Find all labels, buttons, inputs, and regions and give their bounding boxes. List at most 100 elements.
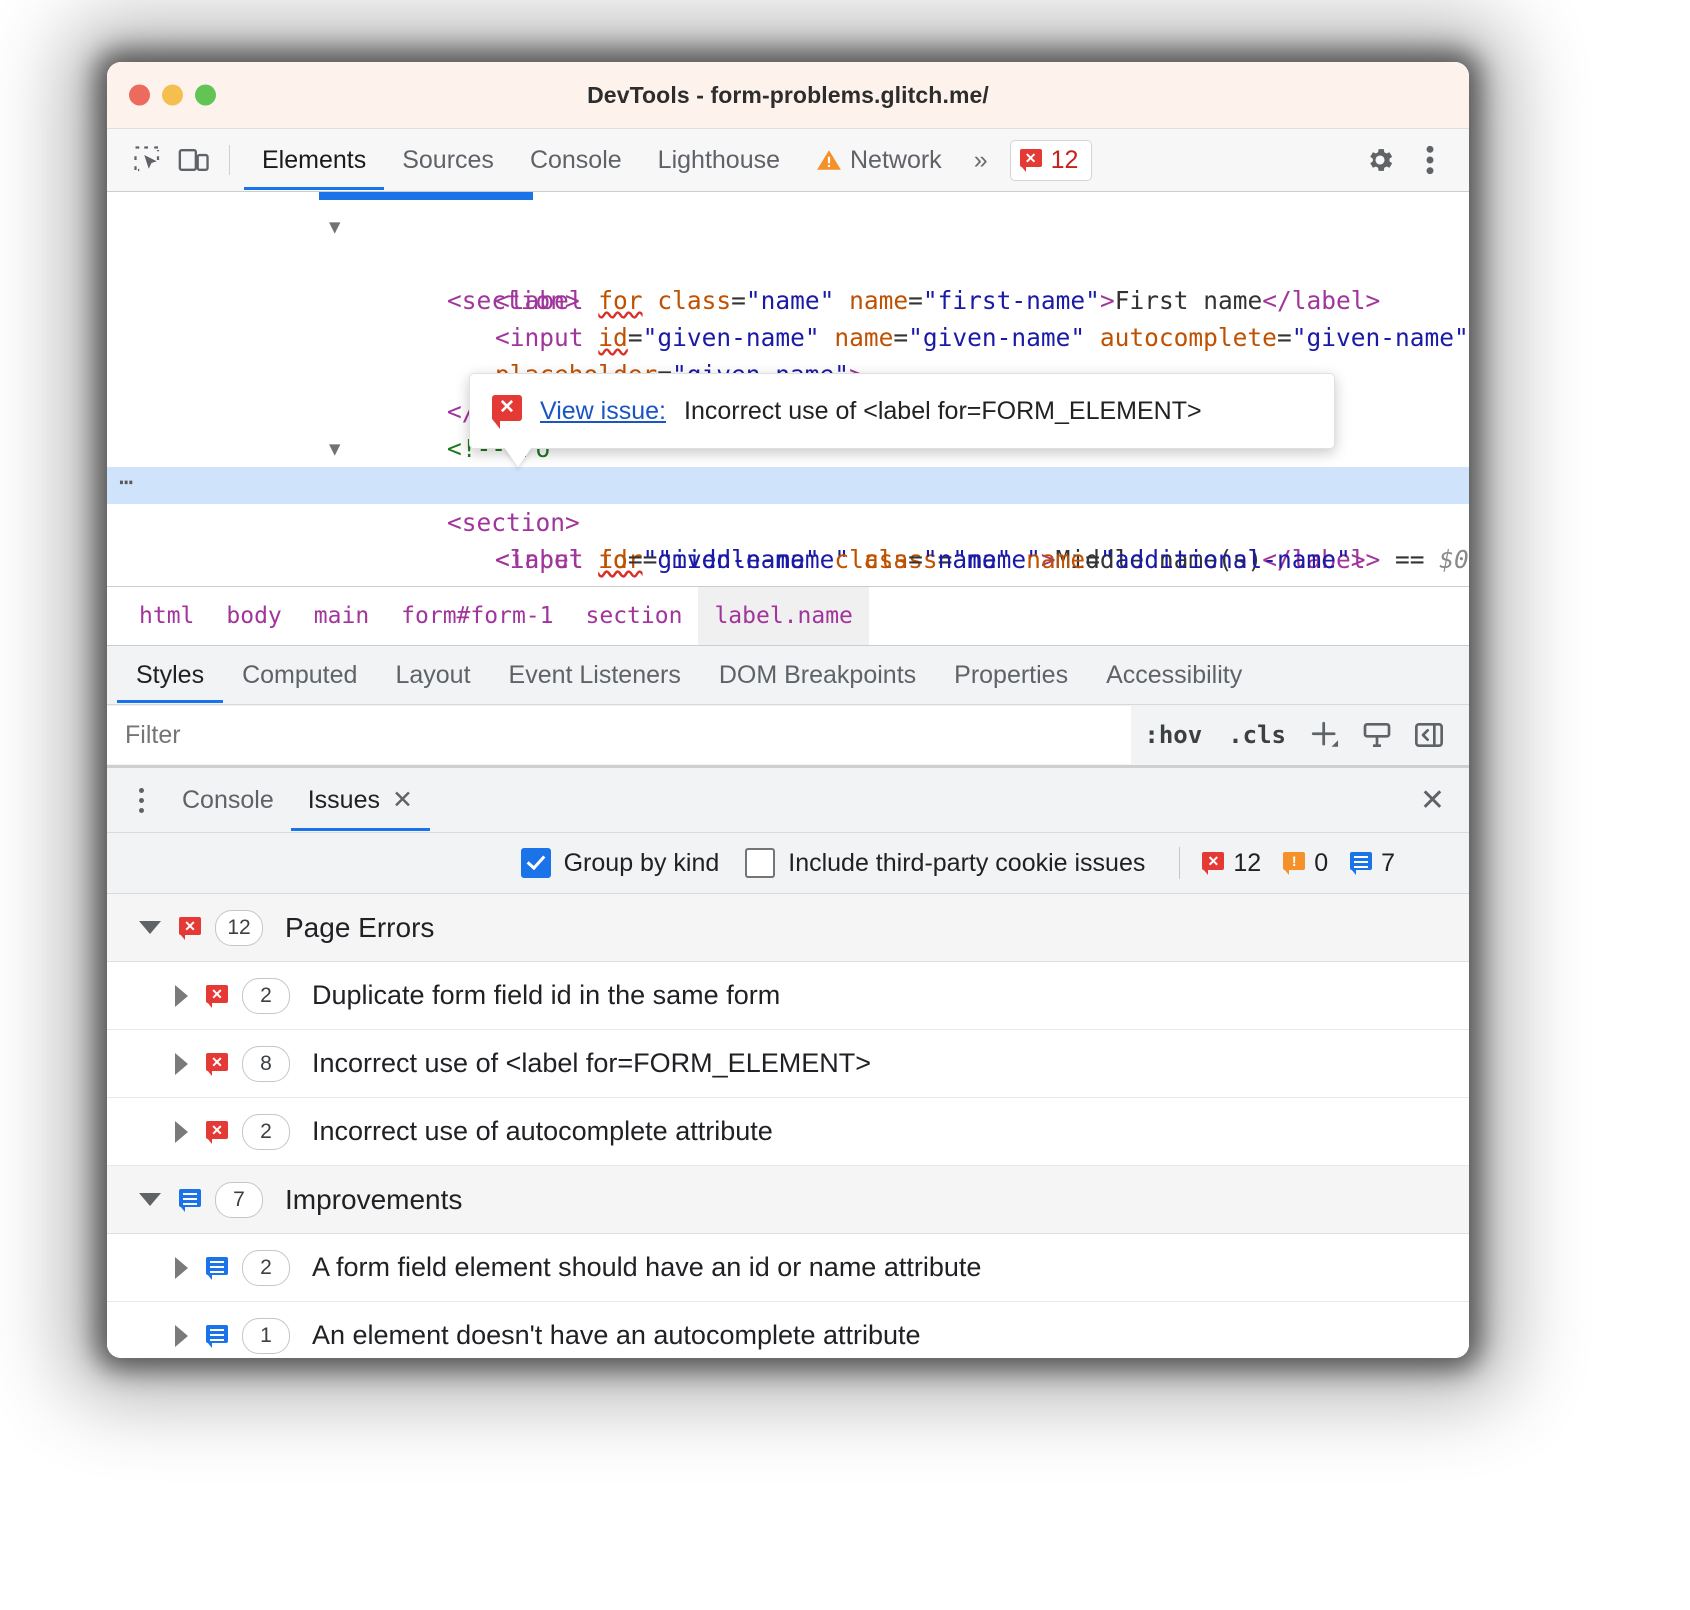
drawer-tab-console[interactable]: Console [165,769,291,831]
chevron-right-icon[interactable] [175,1325,188,1347]
tab-network[interactable]: Network [798,130,960,190]
issue-row-title: Duplicate form field id in the same form [312,980,780,1011]
expand-triangle-icon[interactable]: ▼ [329,209,340,246]
tab-dom-breakpoints[interactable]: DOM Breakpoints [700,647,935,703]
tab-elements[interactable]: Elements [244,130,384,190]
third-party-cookie-checkbox-box[interactable] [745,848,775,878]
issue-tooltip-popover[interactable]: ✕ View issue: Incorrect use of <label fo… [469,373,1335,449]
filter-input[interactable] [107,706,1131,764]
tab-properties[interactable]: Properties [935,647,1087,703]
breadcrumb-item-body[interactable]: body [210,587,297,645]
minimize-window-button[interactable] [162,85,183,106]
chevron-down-icon[interactable] [139,1193,161,1206]
close-window-button[interactable] [129,85,150,106]
screenshot-root: DevTools - form-problems.glitch.me/ Elem… [0,0,1690,1610]
third-party-cookie-label: Include third-party cookie issues [788,849,1145,878]
dom-line-clipped [107,194,1469,208]
chevron-right-icon[interactable] [175,985,188,1007]
tab-styles[interactable]: Styles [117,647,223,703]
issue-row-count: 2 [242,978,290,1014]
issue-row-count: 2 [242,1250,290,1286]
breadcrumb-item-label-name[interactable]: label.name [698,587,868,645]
group-by-kind-label: Group by kind [564,849,720,878]
error-badge-icon: ✕ [1020,149,1042,171]
tab-console[interactable]: Console [512,130,640,190]
breadcrumb-item-html[interactable]: html [123,587,210,645]
show-sidebar-icon[interactable] [1403,712,1455,758]
dom-line-input-placeholder[interactable]: placeholder="given name"> [107,319,1469,356]
window-title: DevTools - form-problems.glitch.me/ [107,82,1469,109]
issue-group-count: 12 [215,910,263,946]
node-menu-ellipsis-icon[interactable]: ⋯ [119,464,135,501]
toggle-element-class-button[interactable]: .cls [1215,721,1299,749]
issue-group-improvements[interactable]: 7 Improvements [107,1166,1469,1234]
error-count-chip[interactable]: ✕ 12 [1202,849,1261,878]
warning-triangle-icon [816,148,842,172]
close-drawer-icon[interactable]: ✕ [1412,783,1453,818]
chevron-down-icon[interactable] [139,921,161,934]
issues-options-row: Group by kind Include third-party cookie… [107,832,1469,893]
info-badge-icon [206,1257,228,1279]
drawer-tab-issues-label: Issues [308,769,380,831]
view-issue-link[interactable]: View issue: [540,393,666,430]
info-badge-icon [206,1325,228,1347]
issues-list[interactable]: ✕ 12 Page Errors ✕ 2 Duplicate form fiel… [107,893,1469,1358]
breadcrumb-item-section[interactable]: section [570,587,699,645]
tab-lighthouse[interactable]: Lighthouse [640,130,798,190]
tab-layout[interactable]: Layout [376,647,489,703]
error-badge-icon: ✕ [492,395,522,427]
error-count-badge[interactable]: ✕ 12 [1010,140,1093,181]
styles-pane-tabs: Styles Computed Layout Event Listeners D… [107,645,1469,704]
error-badge-icon: ✕ [1202,852,1224,874]
dom-line-label-first-name[interactable]: <label for class="name" name="first-name… [107,245,1469,282]
issue-row-title: A form field element should have an id o… [312,1252,981,1283]
toggle-computed-sidebar-icon[interactable] [1351,712,1403,758]
drawer-tab-issues[interactable]: Issues ✕ [291,769,430,831]
tab-computed[interactable]: Computed [223,647,376,703]
error-count-value: 12 [1233,849,1261,878]
window-titlebar: DevTools - form-problems.glitch.me/ [107,62,1469,129]
issue-row-title: Incorrect use of autocomplete attribute [312,1116,773,1147]
kebab-menu-icon[interactable] [1407,138,1453,182]
dom-line-section-open[interactable]: ▼ <section> [107,208,1469,245]
chevron-right-icon[interactable] [175,1121,188,1143]
dom-line-input-given-name[interactable]: <input id="given-name" name="given-name"… [107,282,1469,319]
inspect-cursor-icon[interactable] [125,138,171,182]
drawer-tab-bar: Console Issues ✕ ✕ [107,765,1469,832]
drawer-tab-console-label: Console [182,769,274,831]
device-toolbar-icon[interactable] [171,138,217,182]
toolbar-right-actions [1357,138,1453,182]
issue-row-incorrect-autocomplete[interactable]: ✕ 2 Incorrect use of autocomplete attrib… [107,1098,1469,1166]
issue-row-incorrect-label-for[interactable]: ✕ 8 Incorrect use of <label for=FORM_ELE… [107,1030,1469,1098]
issue-row-missing-autocomplete[interactable]: 1 An element doesn't have an autocomplet… [107,1302,1469,1358]
drawer-kebab-menu-icon[interactable] [117,776,165,824]
third-party-cookie-checkbox[interactable]: Include third-party cookie issues [745,848,1145,878]
dom-line-input-additional-name[interactable]: <input id="given-name" class="name" name… [107,504,1469,541]
issue-group-page-errors[interactable]: ✕ 12 Page Errors [107,894,1469,962]
issue-row-form-field-id-or-name[interactable]: 2 A form field element should have an id… [107,1234,1469,1302]
error-badge-icon: ✕ [206,985,228,1007]
tab-accessibility[interactable]: Accessibility [1087,647,1261,703]
warning-count-chip[interactable]: ! 0 [1283,849,1328,878]
plus-new-style-rule-icon[interactable] [1299,712,1351,758]
more-tabs-button[interactable]: » [960,146,1000,175]
expand-triangle-icon-2[interactable]: ▼ [329,431,340,468]
group-by-kind-checkbox[interactable]: Group by kind [521,848,720,878]
chevron-right-icon[interactable] [175,1053,188,1075]
toggle-pseudo-class-button[interactable]: :hov [1131,721,1215,749]
breadcrumb-item-main[interactable]: main [298,587,385,645]
maximize-window-button[interactable] [195,85,216,106]
info-count-chip[interactable]: 7 [1350,849,1395,878]
group-by-kind-checkbox-box[interactable] [521,848,551,878]
tab-event-listeners[interactable]: Event Listeners [490,647,700,703]
dom-tree-panel[interactable]: ▼ <section> <label for class="name" name… [107,192,1469,586]
chevron-right-icon[interactable] [175,1257,188,1279]
dom-line-label-middle-name[interactable]: ⋯ <label for="middle-name" class="name">… [107,467,1469,504]
gear-icon[interactable] [1357,138,1403,182]
close-tab-icon[interactable]: ✕ [392,769,413,831]
breadcrumb-item-form[interactable]: form#form-1 [385,587,569,645]
options-divider [1179,847,1180,879]
issue-row-duplicate-form-field-id[interactable]: ✕ 2 Duplicate form field id in the same … [107,962,1469,1030]
dom-line-section-close-2[interactable]: </section> [107,541,1469,578]
tab-sources[interactable]: Sources [384,130,512,190]
